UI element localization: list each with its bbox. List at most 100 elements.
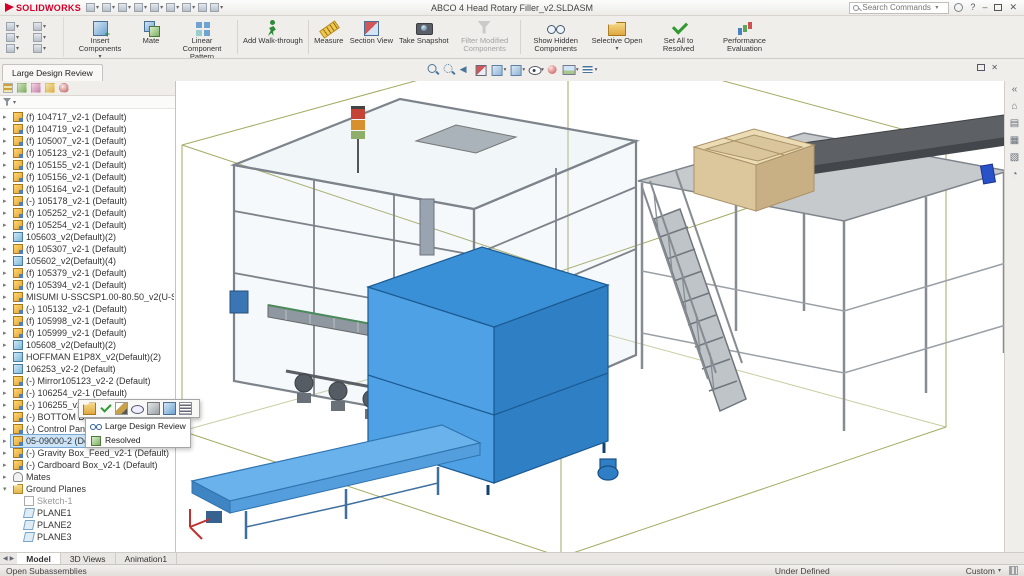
tree-item[interactable]: PLANE2 <box>0 519 175 531</box>
design-library-icon[interactable]: ▤ <box>1010 119 1019 129</box>
file-explorer-icon[interactable]: ▦ <box>1010 136 1019 146</box>
3d-scene[interactable] <box>176 81 1004 552</box>
restore-document-icon[interactable] <box>977 64 986 71</box>
outfeed-conveyor[interactable] <box>190 424 482 539</box>
filler-column[interactable] <box>419 198 435 256</box>
toolbar-button[interactable]: Section View ▾ <box>347 17 396 57</box>
tree-item[interactable]: 105608_v2(Default)(2) <box>0 339 175 351</box>
context-menu-item[interactable]: Resolved <box>86 433 190 447</box>
expander-icon[interactable] <box>3 233 11 241</box>
expander-icon[interactable] <box>3 341 11 349</box>
expander-icon[interactable] <box>3 329 11 337</box>
expander-icon[interactable] <box>3 413 11 421</box>
document-tab[interactable]: 3D Views <box>61 553 116 564</box>
expander-icon[interactable] <box>3 125 11 133</box>
filter-dropdown-icon[interactable]: ▾ <box>13 99 16 106</box>
search-input[interactable] <box>862 3 933 12</box>
toolbar-button[interactable]: Add Walk-through ▾ <box>240 17 306 57</box>
minimize-icon[interactable]: – <box>982 3 987 12</box>
hud-button[interactable]: ▾ <box>581 62 599 77</box>
toolbar-button[interactable]: Take Snapshot ▾ <box>396 17 452 57</box>
document-tab[interactable]: Animation1 <box>116 553 178 564</box>
staircase[interactable] <box>641 170 747 413</box>
suppress-icon[interactable] <box>147 402 160 415</box>
menu-bar-button[interactable]: ▾ <box>134 3 147 12</box>
toolbar-button[interactable]: Linear Component Pattern ▾ <box>169 17 235 58</box>
toolbar-button[interactable]: Selective Open ▾ <box>589 17 646 57</box>
expander-icon[interactable] <box>3 365 11 373</box>
hud-button[interactable]: ▾ <box>527 62 545 77</box>
expander-icon[interactable] <box>3 473 11 481</box>
tree-item[interactable]: (f) 105999_v2-1 (Default) <box>0 327 175 339</box>
tab-nav-previous-icon[interactable]: ◀ <box>3 555 8 562</box>
expander-icon[interactable] <box>3 377 11 385</box>
tree-item[interactable]: (-) 105132_v2-1 (Default) <box>0 303 175 315</box>
tree-item[interactable]: (f) 105123_v2-1 (Default) <box>0 147 175 159</box>
expander-icon[interactable] <box>3 425 11 433</box>
login-icon[interactable] <box>954 3 964 12</box>
expander-icon[interactable] <box>3 185 11 193</box>
tree-item[interactable]: (-) Mirror105123_v2-2 (Default) <box>0 375 175 387</box>
set-to-resolved-icon[interactable] <box>99 402 112 415</box>
hud-button[interactable]: ▾ <box>490 62 508 77</box>
tree-item[interactable]: (f) 105379_v2-1 (Default) <box>0 267 175 279</box>
expander-icon[interactable] <box>3 401 11 409</box>
tree-item[interactable]: (f) 104719_v2-1 (Default) <box>0 123 175 135</box>
menu-bar-button[interactable]: ▾ <box>166 3 179 12</box>
configuration-selector[interactable]: Custom ▾ <box>966 566 1001 576</box>
property-manager-icon[interactable] <box>17 83 27 93</box>
toolbar-button[interactable]: Measure ▾ <box>311 17 347 57</box>
expander-icon[interactable] <box>3 161 11 169</box>
view-palette-icon[interactable]: ▧ <box>1010 153 1019 163</box>
close-document-icon[interactable]: ✕ <box>991 63 998 72</box>
toolbar-button[interactable]: Mate ▾ <box>133 17 169 57</box>
tree-item[interactable]: PLANE3 <box>0 531 175 543</box>
search-box[interactable]: ▾ <box>849 1 950 14</box>
toolbar-button[interactable]: Show Hidden Components ▾ <box>523 17 589 57</box>
tree-item[interactable]: PLANE1 <box>0 507 175 519</box>
tree-item[interactable]: Ground Planes <box>0 483 175 495</box>
menu-bar-button[interactable]: ▾ <box>150 3 163 12</box>
tree-item[interactable]: MISUMI U-SSCSP1.00-80.50_v2(U-SSCSP(304 … <box>0 291 175 303</box>
tree-item[interactable]: (f) 104717_v2-1 (Default) <box>0 111 175 123</box>
tree-item[interactable]: 105603_v2(Default)(2) <box>0 231 175 243</box>
hud-button[interactable]: ▾ <box>474 62 489 77</box>
tree-item[interactable]: Mates <box>0 471 175 483</box>
quick-access-button[interactable]: ▾ <box>33 21 59 31</box>
tree-item[interactable]: (f) 105156_v2-1 (Default) <box>0 171 175 183</box>
expander-icon[interactable] <box>3 281 11 289</box>
expander-icon[interactable] <box>3 113 11 121</box>
tab-large-design-review[interactable]: Large Design Review <box>2 64 103 81</box>
document-tab[interactable]: Model <box>17 553 61 564</box>
menu-bar-button[interactable]: ▾ <box>118 3 131 12</box>
edit-assembly-icon[interactable] <box>115 402 128 415</box>
tree-item[interactable]: HOFFMAN E1P8X_v2(Default)(2) <box>0 351 175 363</box>
filter-icon[interactable] <box>3 98 11 106</box>
tree-item[interactable]: (f) 105254_v2-1 (Default) <box>0 219 175 231</box>
expander-icon[interactable] <box>3 293 11 301</box>
tab-nav-next-icon[interactable]: ▶ <box>10 555 15 562</box>
expander-icon[interactable] <box>3 137 11 145</box>
expander-icon[interactable] <box>3 437 11 445</box>
tree-item[interactable]: (f) 105155_v2-1 (Default) <box>0 159 175 171</box>
toolbar-button[interactable]: Set All to Resolved ▾ <box>646 17 712 57</box>
electrical-box[interactable] <box>229 290 249 314</box>
expander-icon[interactable] <box>3 245 11 253</box>
quick-access-button[interactable]: ▾ <box>6 43 32 53</box>
appearances-icon[interactable]: ◔ <box>1011 170 1017 180</box>
expander-icon[interactable] <box>3 449 11 457</box>
expander-icon[interactable] <box>3 317 11 325</box>
isolate-icon[interactable] <box>163 402 176 415</box>
tree-item[interactable]: (f) 105394_v2-1 (Default) <box>0 279 175 291</box>
tree-item[interactable]: (-) 105178_v2-1 (Default) <box>0 195 175 207</box>
menu-bar-button[interactable]: ▾ <box>210 3 223 12</box>
tree-item[interactable]: (-) Gravity Box_Feed_v2-1 (Default) <box>0 447 175 459</box>
configuration-manager-icon[interactable] <box>31 83 41 93</box>
home-icon[interactable]: ⌂ <box>1011 102 1017 112</box>
expander-icon[interactable] <box>3 197 11 205</box>
graphics-viewport[interactable] <box>176 81 1004 552</box>
hud-button[interactable]: ▾ <box>562 62 580 77</box>
hud-button[interactable]: ▾ <box>458 62 473 77</box>
conveyor-drive[interactable] <box>206 511 222 523</box>
expander-icon[interactable] <box>3 173 11 181</box>
